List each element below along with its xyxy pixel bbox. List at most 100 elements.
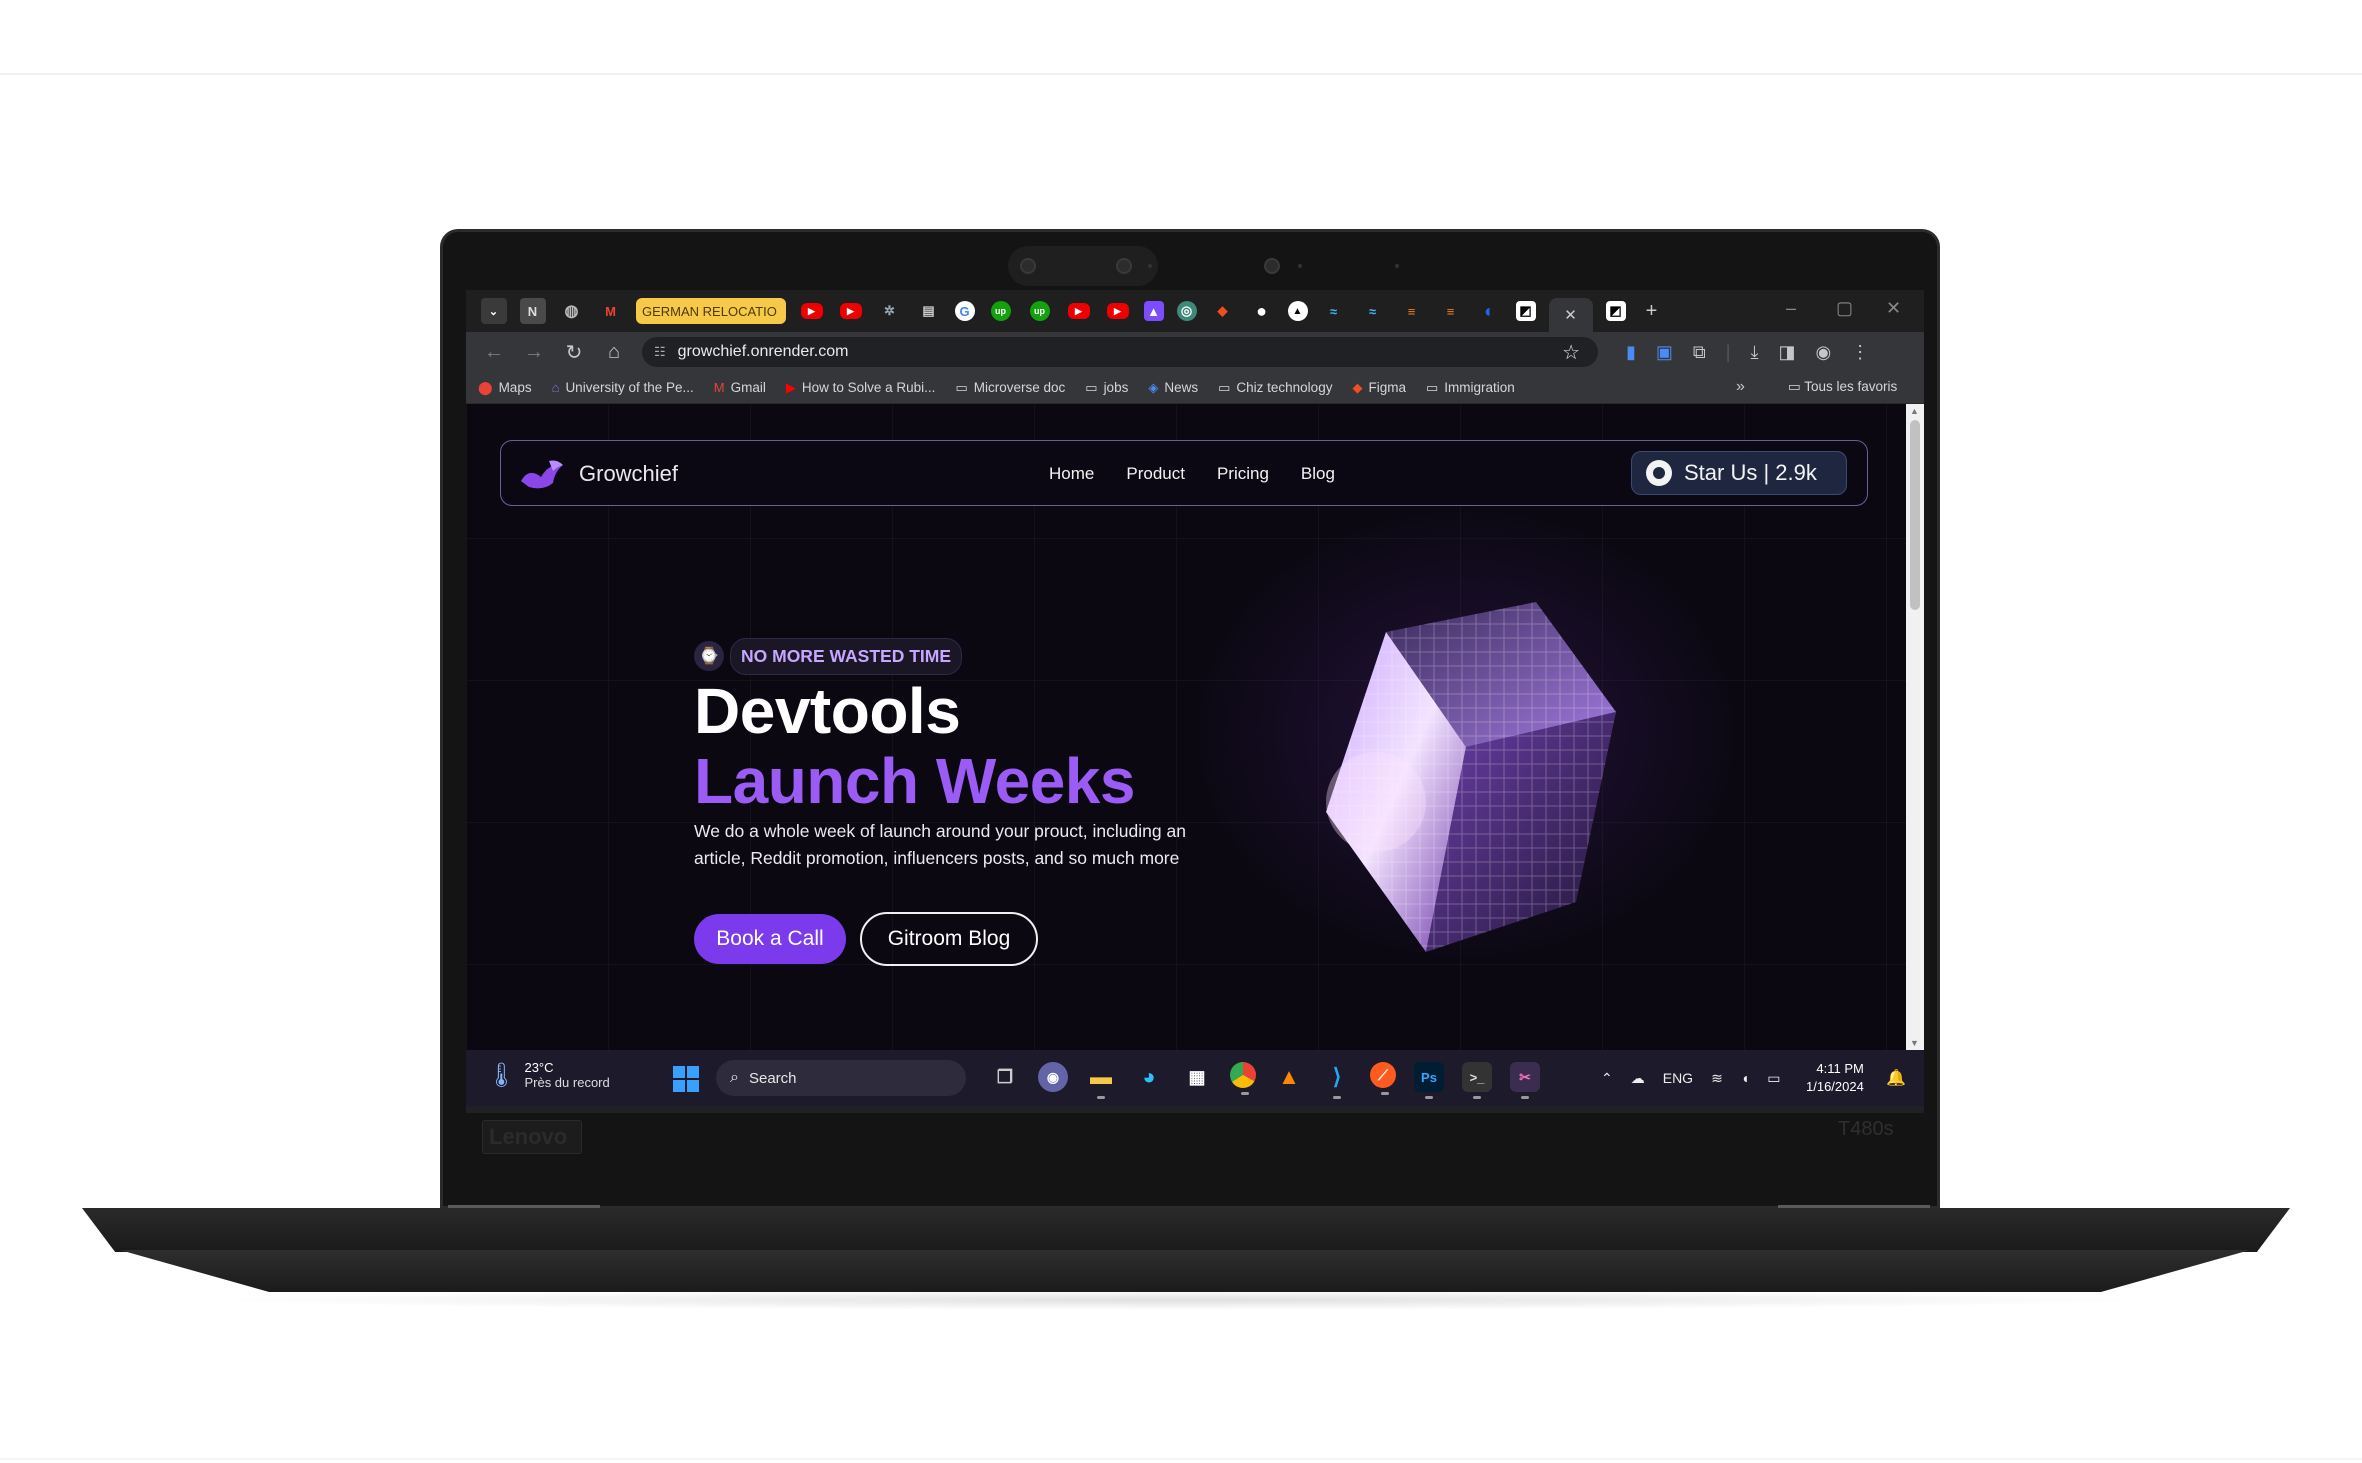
news-icon: ◈ [1148,379,1159,395]
store-icon[interactable]: ▦ [1182,1062,1212,1092]
tray-overflow-icon[interactable]: ⌃ [1601,1070,1613,1087]
snipping-tool-icon[interactable]: ✂ [1510,1062,1540,1099]
bookmark-chiz[interactable]: ▭ Chiz technology [1218,380,1332,396]
back-icon[interactable]: ← [474,341,514,364]
docs-icon[interactable]: ▤ [916,298,942,324]
trello-extension-icon[interactable]: ▮ [1626,342,1636,363]
profile-avatar[interactable]: ◉ [1815,342,1831,363]
bookmark-jobs[interactable]: ▭ jobs [1085,380,1128,396]
stackoverflow-icon[interactable]: ≡ [1399,298,1425,324]
bookmark-gmail[interactable]: M Gmail [714,380,766,395]
star-tab-icon[interactable]: ✲ [877,298,903,324]
taskbar-search[interactable]: ⌕ Search [716,1060,966,1096]
chatgpt-icon[interactable]: ◎ [1176,301,1197,321]
google-icon[interactable]: G [954,301,975,321]
youtube-icon[interactable]: ▶ [838,298,864,324]
close-window-button[interactable]: ✕ [1886,298,1901,319]
bookmark-star-icon[interactable]: ☆ [1562,340,1580,365]
bookmark-maps[interactable]: ⬤ Maps [478,380,532,396]
lenovo-logo: Lenovo [482,1120,582,1154]
github-star-button[interactable]: Star Us | 2.9k [1631,451,1847,495]
more-bookmarks-icon[interactable]: » [1736,378,1745,396]
gmail-icon[interactable]: M [598,298,624,324]
bookmark-immigration[interactable]: ▭ Immigration [1426,380,1515,396]
circle-app-icon[interactable]: ◐ [1477,298,1503,324]
scroll-down-icon[interactable]: ▼ [1910,1038,1919,1048]
tab-search-icon[interactable]: ⌄ [480,298,507,324]
youtube-icon[interactable]: ▶ [1105,298,1131,324]
menu-icon[interactable]: ⋮ [1851,342,1869,363]
growchief-logo-icon[interactable] [519,457,565,491]
photoshop-icon[interactable]: Ps [1414,1062,1444,1099]
nav-product[interactable]: Product [1126,464,1185,484]
onedrive-icon[interactable]: ☁ [1631,1070,1645,1087]
teams-chat-icon[interactable]: ◉ [1038,1062,1068,1092]
weather-text: Près du record [524,1075,610,1090]
side-panel-icon[interactable]: ◨ [1778,342,1795,363]
volume-icon[interactable]: ◖ [1741,1070,1749,1086]
active-tab-icon[interactable]: ◩ [1605,301,1626,321]
terminal-icon[interactable]: >_ [1462,1062,1492,1099]
rocket-icon[interactable]: ▲ [1143,301,1164,321]
logo-text[interactable]: Growchief [579,461,678,487]
taskbar-clock[interactable]: 4:11 PM 1/16/2024 [1806,1060,1864,1096]
bookmark-figma[interactable]: ◆ Figma [1352,380,1406,396]
bookmark-news[interactable]: ◈ News [1148,380,1198,396]
tab-close-icon[interactable]: ✕ [1548,298,1593,332]
home-icon[interactable]: ⌂ [594,341,634,364]
figma-icon[interactable]: ◆ [1210,298,1236,324]
gitroom-blog-button[interactable]: Gitroom Blog [860,912,1038,966]
page-scrollbar[interactable]: ▲ ▼ [1906,404,1924,1050]
badge-text: NO MORE WASTED TIME [730,637,962,675]
vlc-icon[interactable]: ▲ [1274,1062,1304,1092]
extensions-icon[interactable]: ⧉ [1693,342,1706,363]
edge-icon[interactable]: ◕ [1134,1062,1164,1092]
stackoverflow-icon[interactable]: ≡ [1438,298,1464,324]
weather-widget[interactable]: 🌡 23°C Près du record [486,1060,610,1090]
tailwind-icon[interactable]: ≈ [1360,298,1386,324]
wifi-icon[interactable]: ≋ [1711,1070,1723,1087]
nav-pricing[interactable]: Pricing [1217,464,1269,484]
upwork-icon[interactable]: up [988,298,1014,324]
battery-icon[interactable]: ▭ [1767,1070,1780,1087]
site-info-icon[interactable]: ☷ [654,344,666,360]
scroll-thumb[interactable] [1910,420,1920,610]
new-tab-button[interactable]: + [1639,298,1665,324]
nav-blog[interactable]: Blog [1301,464,1335,484]
vercel-icon[interactable]: ▲ [1287,301,1308,321]
scroll-up-icon[interactable]: ▲ [1910,406,1919,416]
minimize-button[interactable]: – [1786,298,1796,319]
chrome-icon[interactable] [1230,1062,1256,1095]
file-explorer-icon[interactable]: ▬ [1086,1062,1116,1099]
github-icon[interactable]: ● [1249,298,1275,324]
bookmark-youtube[interactable]: ▶ How to Solve a Rubi... [786,380,936,396]
translate-extension-icon[interactable]: ▣ [1656,342,1673,363]
globe-icon[interactable]: ◍ [559,298,585,324]
vscode-icon[interactable]: ⟩ [1322,1062,1352,1099]
tab-group-german-relocation[interactable]: GERMAN RELOCATIO [636,298,786,324]
bookmark-microverse[interactable]: ▭ Microverse doc [955,380,1065,396]
youtube-icon: ▶ [785,379,796,395]
download-icon[interactable]: ⤓ [1750,342,1758,363]
bookmark-label: Microverse doc [973,380,1066,395]
language-indicator[interactable]: ENG [1663,1070,1693,1086]
notion-icon[interactable]: N [519,298,546,324]
address-bar[interactable]: ☷ growchief.onrender.com ☆ [642,337,1598,367]
all-bookmarks[interactable]: ▭ Tous les favoris [1788,379,1897,395]
tailwind-icon[interactable]: ≈ [1321,298,1347,324]
upwork-icon[interactable]: up [1027,298,1053,324]
windows-start-icon[interactable] [673,1066,699,1092]
youtube-icon[interactable]: ▶ [1066,298,1092,324]
postman-icon[interactable]: ⟋ [1370,1062,1396,1095]
maps-icon: ⬤ [478,379,493,395]
notification-bell-icon[interactable]: 🔔 [1886,1068,1906,1088]
bookmark-university[interactable]: ⌂ University of the Pe... [552,380,694,395]
youtube-icon[interactable]: ▶ [799,298,825,324]
forward-icon[interactable]: → [514,341,554,364]
notion-page-icon[interactable]: ◩ [1515,301,1536,321]
nav-home[interactable]: Home [1049,464,1094,484]
reload-icon[interactable]: ↻ [554,340,594,365]
task-view-icon[interactable]: ❐ [990,1062,1020,1092]
maximize-button[interactable]: ▢ [1836,298,1853,319]
book-call-button[interactable]: Book a Call [694,914,846,964]
